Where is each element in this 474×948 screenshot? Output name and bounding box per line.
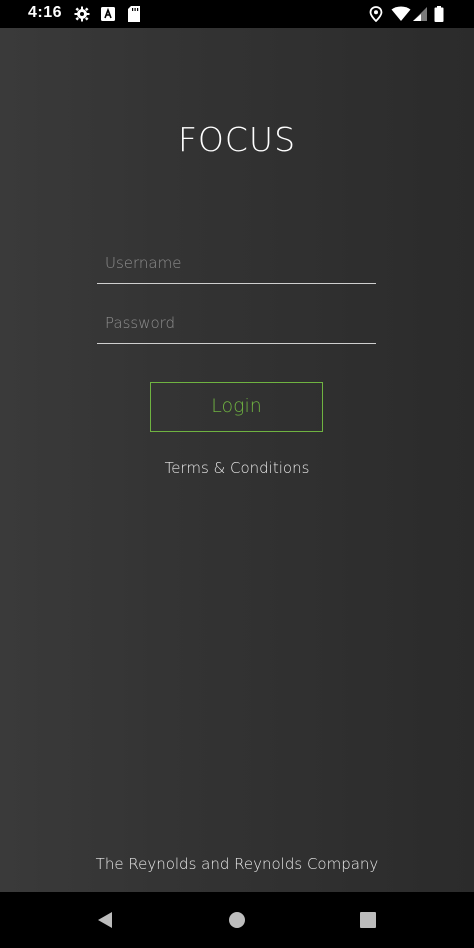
- wifi-icon: [391, 6, 411, 22]
- signal-icon: [412, 6, 428, 22]
- sd-card-icon: [127, 6, 143, 22]
- username-input[interactable]: [97, 243, 376, 283]
- recents-icon[interactable]: [354, 906, 382, 934]
- login-button[interactable]: Login: [150, 382, 323, 432]
- location-icon: [369, 6, 385, 23]
- status-time: 4:16: [28, 4, 63, 21]
- status-bar: 4:16: [0, 0, 474, 28]
- navigation-bar: [0, 892, 474, 948]
- username-field-container: [97, 243, 376, 284]
- company-footer: The Reynolds and Reynolds Company: [95, 855, 379, 873]
- battery-icon: [434, 6, 444, 22]
- password-field-container: [97, 303, 376, 344]
- terms-link[interactable]: Terms & Conditions: [0, 459, 474, 477]
- app-title: FOCUS: [177, 120, 297, 159]
- password-input[interactable]: [97, 303, 376, 343]
- a-letter-icon: [101, 6, 117, 22]
- home-icon[interactable]: [223, 906, 251, 934]
- back-icon[interactable]: [91, 906, 119, 934]
- gear-icon: [74, 6, 90, 22]
